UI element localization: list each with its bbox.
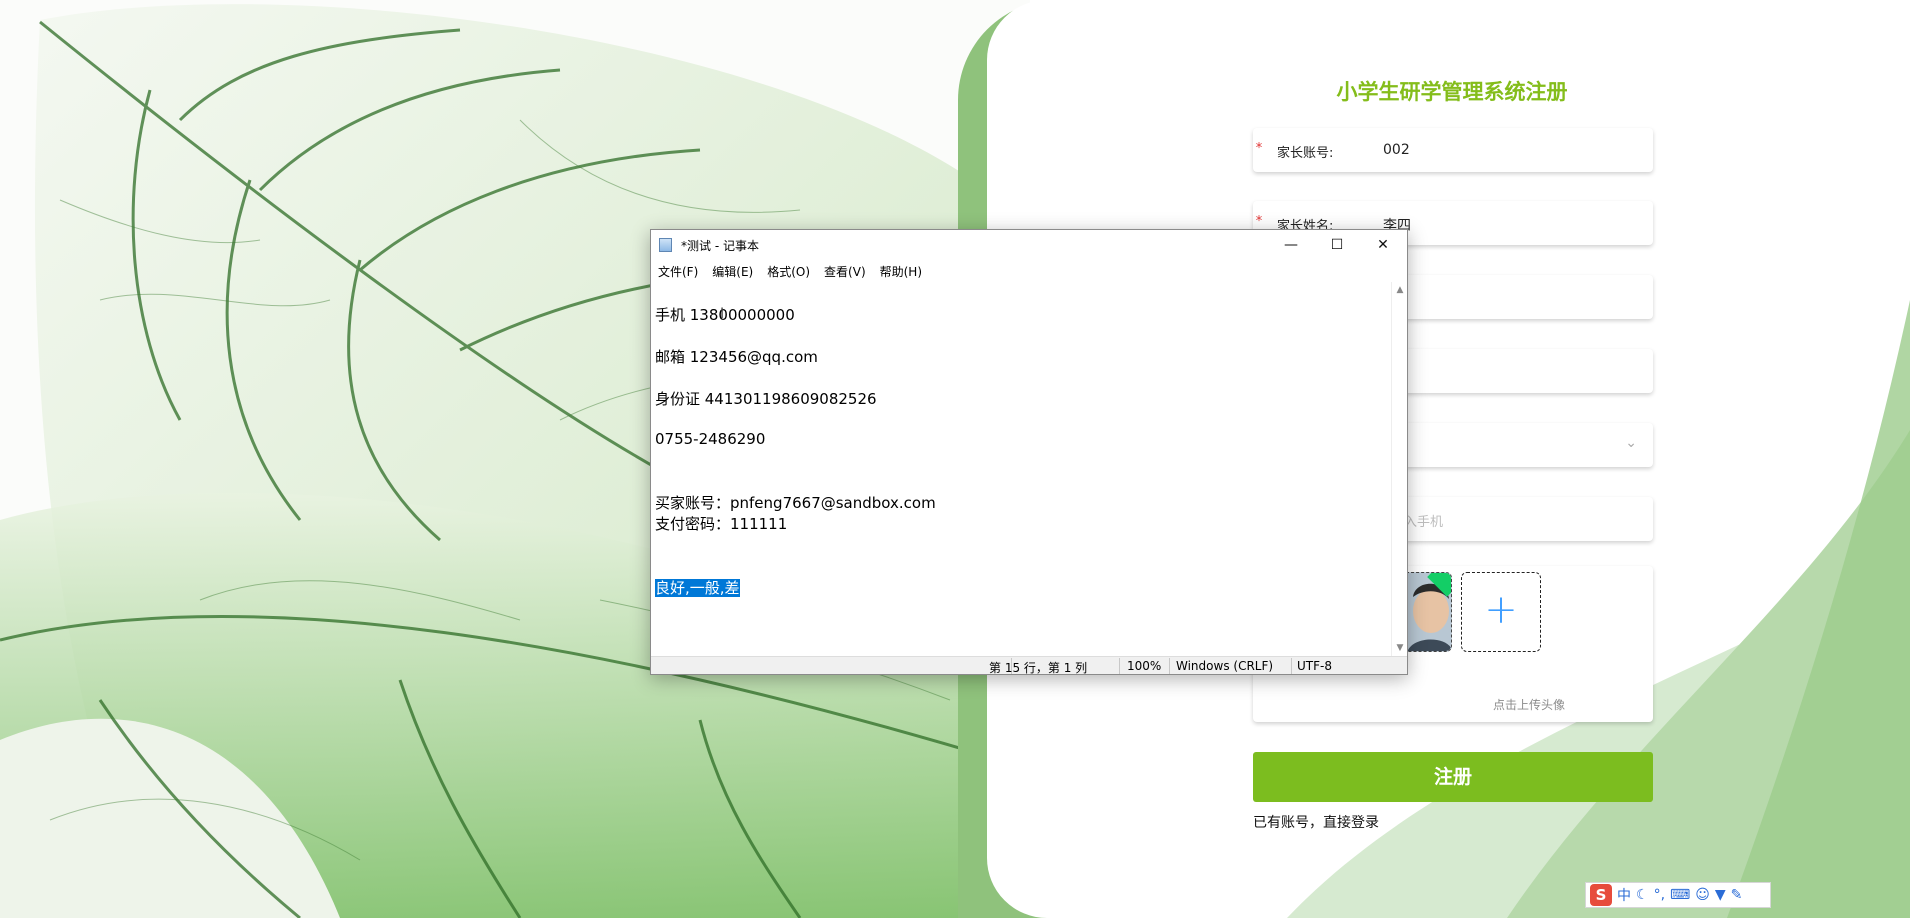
text-line: 0755-2486290 bbox=[655, 430, 766, 448]
required-mark: * bbox=[1255, 214, 1263, 229]
selected-text: 良好,一般,差 bbox=[655, 579, 740, 597]
notepad-title: *测试 - 记事本 bbox=[681, 239, 759, 253]
text-cursor-icon: I bbox=[720, 306, 725, 322]
menu-view[interactable]: 查看(V) bbox=[824, 263, 866, 280]
menu-edit[interactable]: 编辑(E) bbox=[712, 263, 753, 280]
notepad-app-icon bbox=[659, 238, 672, 252]
notepad-statusbar: 第 15 行，第 1 列 100% Windows (CRLF) UTF-8 bbox=[651, 656, 1407, 675]
upload-avatar-button[interactable]: + bbox=[1461, 572, 1541, 652]
status-zoom: 100% bbox=[1127, 659, 1162, 673]
status-encoding: UTF-8 bbox=[1297, 659, 1332, 673]
notepad-text-area[interactable]: 手机 13800000000 I 邮箱 123456@qq.com 身份证 44… bbox=[651, 282, 1391, 656]
parent-account-label: 家长账号: bbox=[1277, 146, 1334, 161]
ime-mode[interactable]: 中 bbox=[1617, 885, 1631, 905]
chevron-down-icon: ⌄ bbox=[1625, 435, 1637, 451]
menu-file[interactable]: 文件(F) bbox=[658, 263, 698, 280]
login-link[interactable]: 已有账号，直接登录 bbox=[1253, 812, 1379, 832]
menu-help[interactable]: 帮助(H) bbox=[880, 263, 922, 280]
status-separator bbox=[1119, 658, 1120, 674]
wrench-icon[interactable]: ✎ bbox=[1731, 887, 1743, 903]
close-button[interactable]: ✕ bbox=[1360, 230, 1406, 260]
moon-icon[interactable]: ☾ bbox=[1636, 887, 1649, 903]
selected-text-line: 良好,一般,差 bbox=[655, 577, 740, 598]
keyboard-icon[interactable]: ⌨ bbox=[1670, 887, 1690, 903]
vertical-scrollbar[interactable]: ▲ ▼ bbox=[1391, 282, 1407, 656]
scroll-down-icon[interactable]: ▼ bbox=[1392, 640, 1408, 656]
status-position: 第 15 行，第 1 列 bbox=[989, 661, 1088, 675]
status-separator bbox=[1169, 658, 1170, 674]
parent-account-value[interactable]: 002 bbox=[1383, 142, 1410, 158]
status-separator bbox=[1291, 658, 1292, 674]
upload-hint: 点击上传头像 bbox=[1492, 698, 1565, 712]
user-icon[interactable]: ☺ bbox=[1695, 887, 1710, 903]
shirt-icon[interactable]: ▼ bbox=[1715, 887, 1726, 903]
notepad-window: *测试 - 记事本 — ☐ ✕ 文件(F) 编辑(E) 格式(O) 查看(V) … bbox=[650, 229, 1408, 675]
text-line: 手机 13800000000 bbox=[655, 306, 795, 324]
required-mark: * bbox=[1255, 141, 1263, 156]
menu-format[interactable]: 格式(O) bbox=[767, 263, 810, 280]
text-line: 支付密码：111111 bbox=[655, 515, 788, 533]
phone-placeholder: 入手机 bbox=[1404, 515, 1444, 530]
sogou-logo-icon[interactable]: S bbox=[1590, 884, 1612, 906]
register-button[interactable]: 注册 bbox=[1253, 752, 1653, 802]
text-line: 邮箱 123456@qq.com bbox=[655, 348, 818, 366]
maximize-button[interactable]: ☐ bbox=[1314, 230, 1360, 260]
notepad-menubar: 文件(F) 编辑(E) 格式(O) 查看(V) 帮助(H) bbox=[651, 260, 1407, 282]
text-line: 买家账号：pnfeng7667@sandbox.com bbox=[655, 494, 936, 512]
notepad-titlebar[interactable]: *测试 - 记事本 — ☐ ✕ bbox=[651, 230, 1407, 260]
punctuation-icon[interactable]: °, bbox=[1654, 887, 1665, 903]
status-line-ending: Windows (CRLF) bbox=[1176, 659, 1274, 673]
minimize-button[interactable]: — bbox=[1268, 230, 1314, 260]
scroll-up-icon[interactable]: ▲ bbox=[1392, 282, 1408, 298]
text-line: 身份证 441301198609082526 bbox=[655, 390, 877, 408]
ime-toolbar: S 中 ☾ °, ⌨ ☺ ▼ ✎ bbox=[1585, 882, 1771, 908]
parent-account-field[interactable]: * 家长账号: 002 bbox=[1253, 128, 1653, 172]
desktop: 小学生研学管理系统注册 * 家长账号: 002 * 家长姓名: 李四 ⌄ 入手机… bbox=[0, 0, 1910, 918]
register-title: 小学生研学管理系统注册 bbox=[1336, 80, 1568, 104]
